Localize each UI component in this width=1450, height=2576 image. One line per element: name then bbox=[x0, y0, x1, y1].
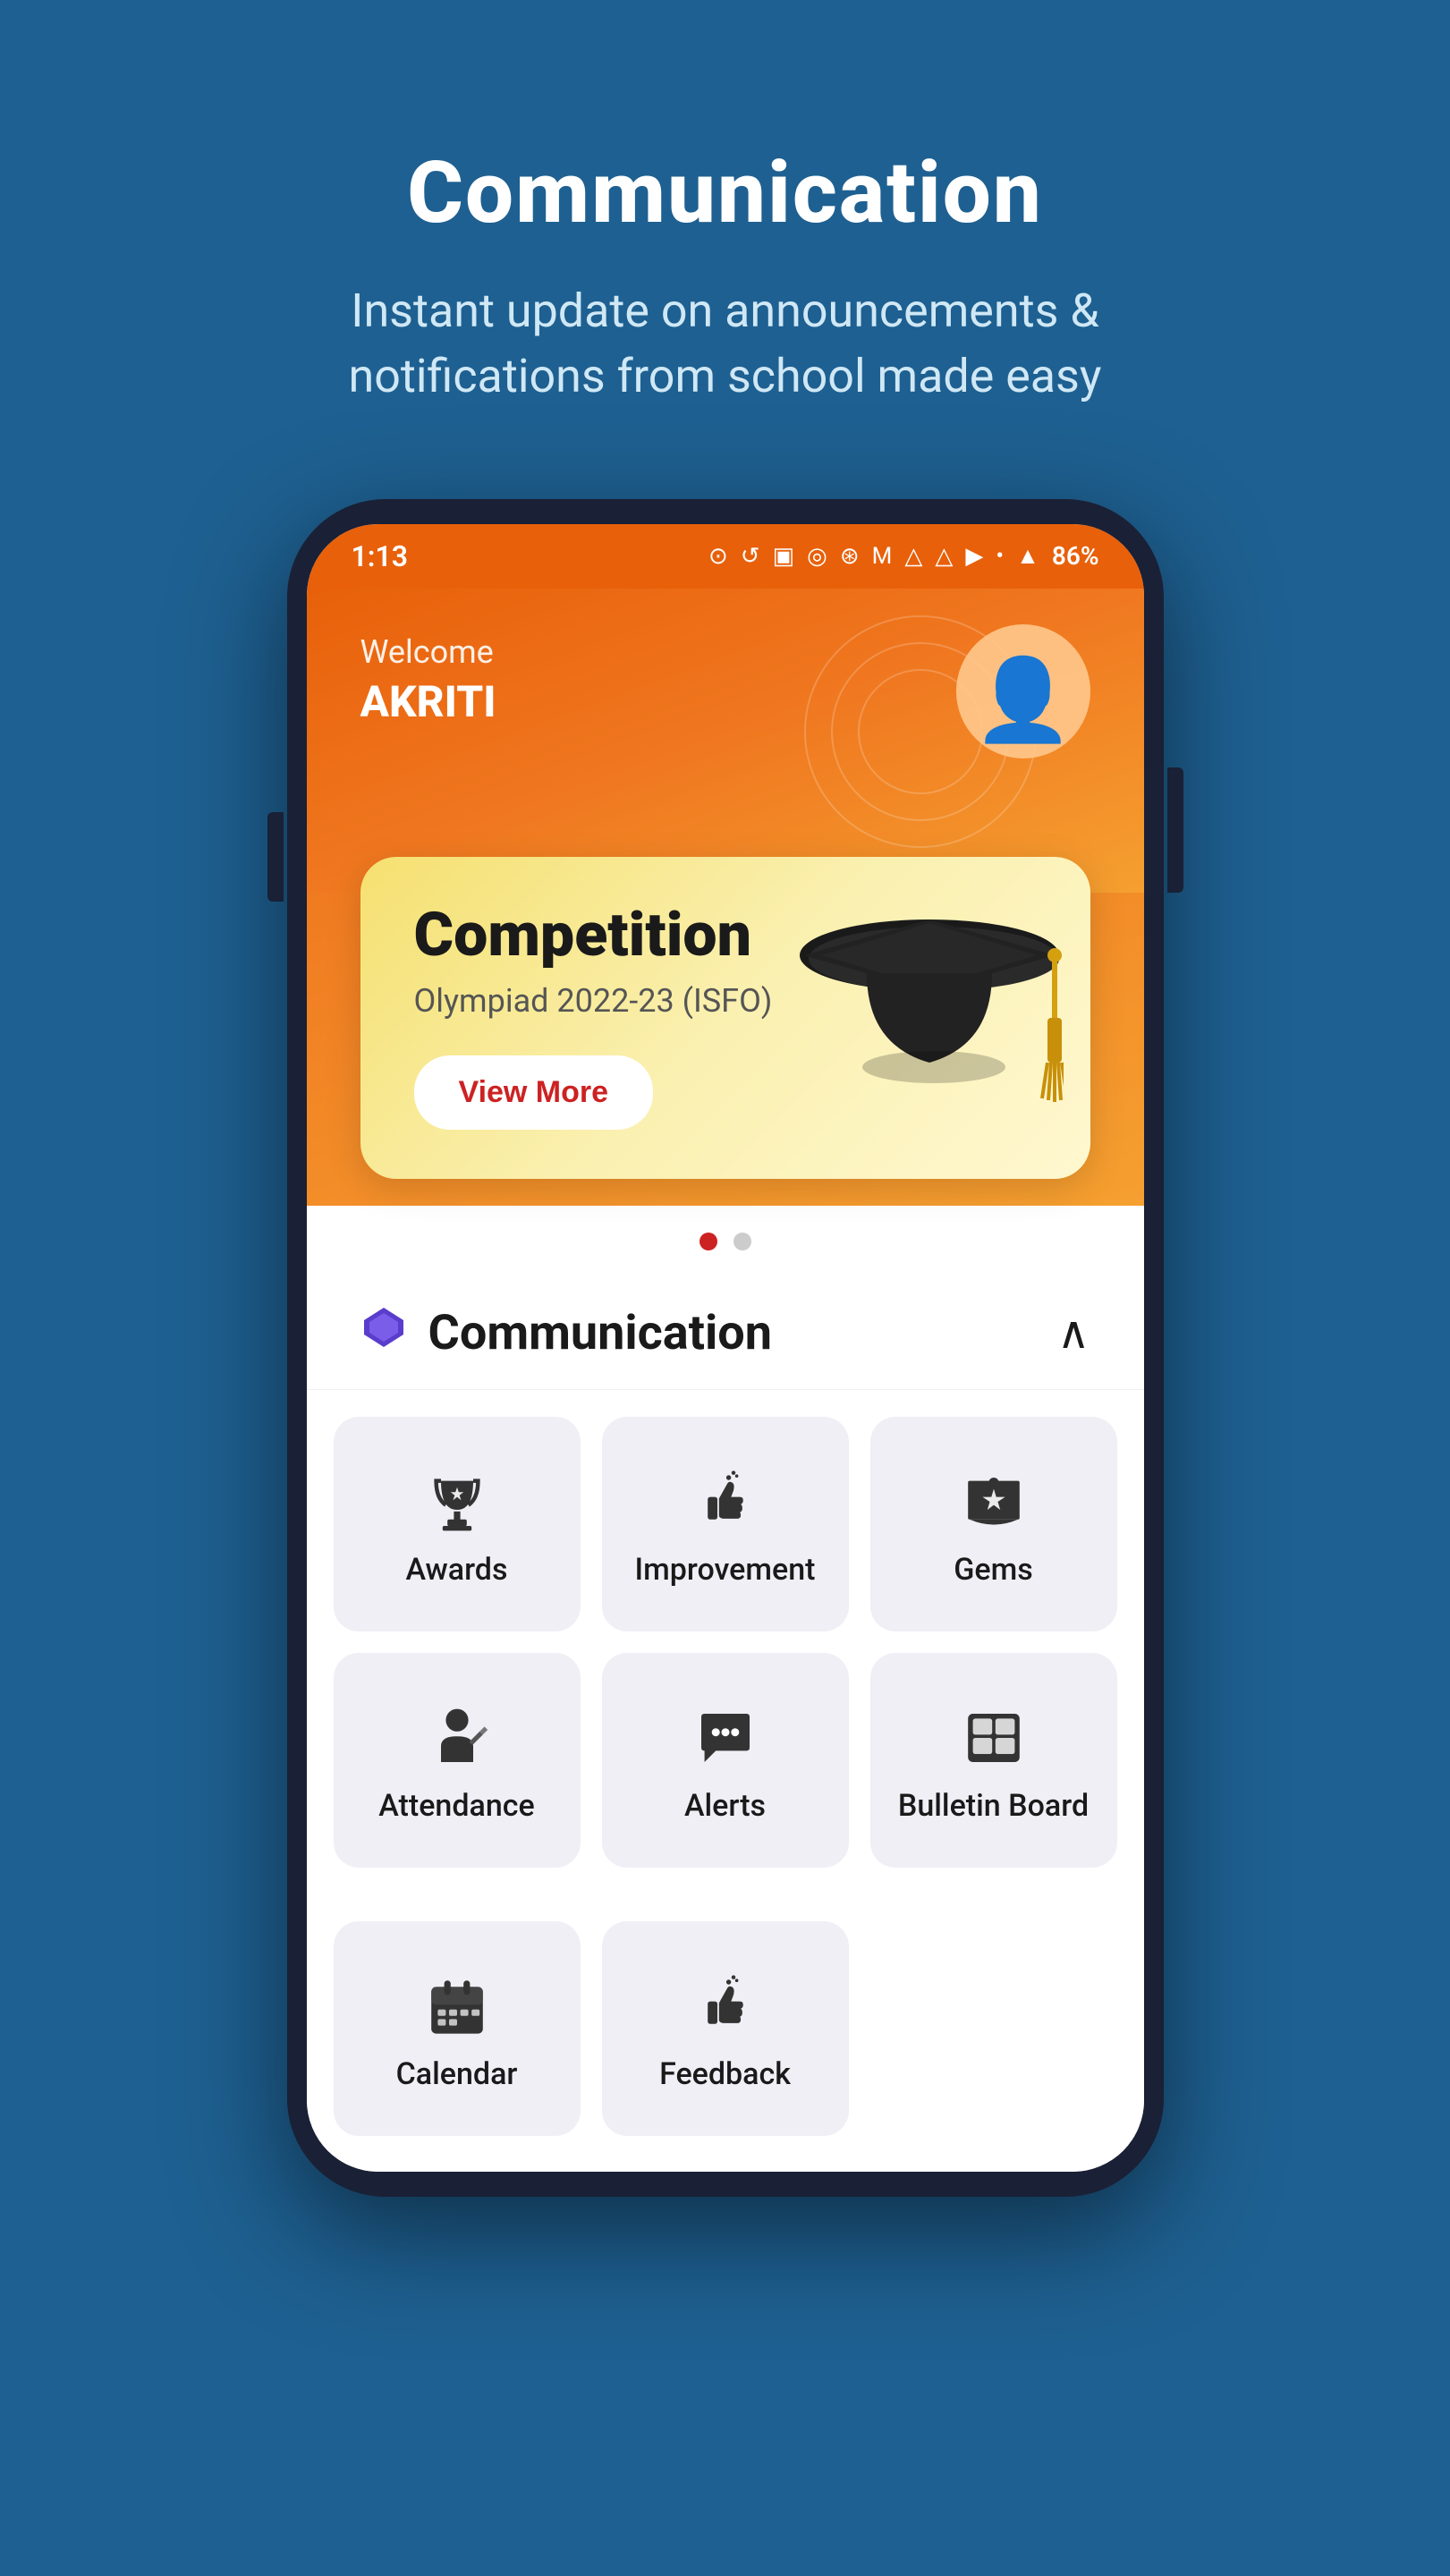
section-header[interactable]: Communication ∧ bbox=[307, 1277, 1144, 1390]
grid-item-alerts[interactable]: Alerts bbox=[602, 1653, 849, 1868]
section-title: Communication bbox=[428, 1305, 773, 1361]
empty-cell bbox=[870, 1921, 1117, 2136]
avatar-icon: 👤 bbox=[972, 653, 1073, 747]
section-header-left: Communication bbox=[360, 1304, 773, 1362]
awards-label: Awards bbox=[406, 1552, 508, 1588]
tri-icon: △ bbox=[904, 543, 922, 570]
phone-frame: 1:13 ⊙ ↺ ▣ ◎ ⊛ M △ △ ▶ • ▲ 86% bbox=[287, 499, 1164, 2197]
graduation-cap-image bbox=[795, 875, 1064, 1143]
bottom-row: Calendar Feedback bbox=[307, 1921, 1144, 2172]
key-icon: ⊛ bbox=[840, 543, 860, 570]
loc-icon: ◎ bbox=[807, 543, 827, 570]
tri2-icon: △ bbox=[935, 543, 953, 570]
avatar: 👤 bbox=[956, 624, 1090, 758]
dot-icon: • bbox=[996, 543, 1004, 570]
signal-icon: ⊙ bbox=[708, 543, 728, 570]
grid-item-improvement[interactable]: Improvement bbox=[602, 1417, 849, 1631]
improvement-label: Improvement bbox=[635, 1552, 816, 1588]
alerts-icon bbox=[693, 1706, 758, 1770]
feedback-label: Feedback bbox=[659, 2056, 791, 2092]
grid-item-bulletin-board[interactable]: Bulletin Board bbox=[870, 1653, 1117, 1868]
grid-container: Awards Improvement bbox=[307, 1390, 1144, 1921]
app-header: Welcome AKRITI 👤 bbox=[307, 589, 1144, 893]
calendar-icon bbox=[425, 1974, 489, 2038]
communication-icon bbox=[360, 1304, 407, 1362]
grid-item-awards[interactable]: Awards bbox=[334, 1417, 581, 1631]
status-time: 1:13 bbox=[352, 539, 409, 573]
chevron-up-icon: ∧ bbox=[1057, 1307, 1090, 1360]
status-bar: 1:13 ⊙ ↺ ▣ ◎ ⊛ M △ △ ▶ • ▲ 86% bbox=[307, 524, 1144, 589]
gems-label: Gems bbox=[954, 1552, 1033, 1588]
alerts-label: Alerts bbox=[684, 1788, 766, 1824]
battery-indicator: 86% bbox=[1052, 541, 1099, 571]
bulletin-board-icon bbox=[962, 1706, 1026, 1770]
improvement-icon bbox=[693, 1470, 758, 1534]
page-title: Communication bbox=[407, 143, 1043, 243]
sq-icon: ▣ bbox=[773, 543, 795, 570]
wifi-icon: ▲ bbox=[1016, 542, 1039, 570]
play-icon: ▶ bbox=[965, 543, 983, 570]
grid-item-attendance[interactable]: Attendance bbox=[334, 1653, 581, 1868]
attendance-icon bbox=[425, 1706, 489, 1770]
grid-item-calendar[interactable]: Calendar bbox=[334, 1921, 581, 2136]
bulletin-board-label: Bulletin Board bbox=[898, 1788, 1089, 1824]
dot-1 bbox=[700, 1233, 717, 1250]
phone-screen: 1:13 ⊙ ↺ ▣ ◎ ⊛ M △ △ ▶ • ▲ 86% bbox=[307, 524, 1144, 2172]
mail-icon: M bbox=[872, 543, 893, 570]
dot-2 bbox=[733, 1233, 751, 1250]
grid-item-gems[interactable]: Gems bbox=[870, 1417, 1117, 1631]
status-icons: ⊙ ↺ ▣ ◎ ⊛ M △ △ ▶ • ▲ 86% bbox=[708, 541, 1099, 571]
gems-icon bbox=[962, 1470, 1026, 1534]
phone-body: 1:13 ⊙ ↺ ▣ ◎ ⊛ M △ △ ▶ • ▲ 86% bbox=[287, 499, 1164, 2197]
trophy-icon bbox=[425, 1470, 489, 1534]
view-more-button[interactable]: View More bbox=[414, 1055, 654, 1130]
carousel-dots bbox=[307, 1206, 1144, 1277]
sync-icon: ↺ bbox=[741, 543, 760, 570]
attendance-label: Attendance bbox=[378, 1788, 534, 1824]
grid-item-feedback[interactable]: Feedback bbox=[602, 1921, 849, 2136]
carousel-card: Competition Olympiad 2022-23 (ISFO) View… bbox=[360, 857, 1090, 1179]
calendar-label: Calendar bbox=[396, 2056, 518, 2092]
page-subtitle: Instant update on announcements & notifi… bbox=[189, 279, 1262, 410]
feedback-icon bbox=[693, 1974, 758, 2038]
